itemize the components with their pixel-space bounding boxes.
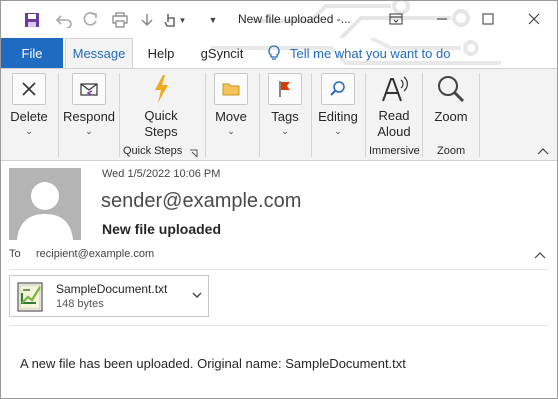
title-bar: ▼ ▼ New file uploaded -... bbox=[1, 1, 557, 38]
ribbon-tabs: File Message Help gSyncit Tell me what y… bbox=[1, 38, 557, 68]
zoom-button[interactable]: Zoom bbox=[429, 71, 473, 125]
search-icon bbox=[321, 73, 355, 105]
reply-envelope-icon bbox=[72, 73, 106, 105]
chevron-down-icon[interactable] bbox=[190, 288, 204, 302]
respond-button[interactable]: Respond ⌄ bbox=[63, 71, 115, 136]
tab-message[interactable]: Message bbox=[65, 38, 133, 68]
ribbon-separator bbox=[205, 73, 206, 157]
message-subject: New file uploaded bbox=[102, 221, 222, 237]
text-file-icon bbox=[17, 282, 43, 312]
touch-mode-chevron-icon: ▼ bbox=[178, 15, 187, 25]
redo-button[interactable] bbox=[79, 10, 101, 30]
attachment-divider bbox=[9, 325, 549, 326]
tags-button[interactable]: Tags ⌄ bbox=[265, 71, 305, 136]
move-button[interactable]: Move ⌄ bbox=[211, 71, 251, 136]
tab-help[interactable]: Help bbox=[141, 38, 181, 68]
ribbon-separator bbox=[119, 73, 120, 157]
to-label: To bbox=[9, 248, 21, 260]
close-button[interactable] bbox=[519, 5, 549, 33]
avatar bbox=[9, 168, 81, 240]
close-icon bbox=[528, 13, 540, 25]
quick-steps-label: Quick Steps bbox=[144, 108, 178, 139]
tags-label: Tags bbox=[271, 109, 299, 124]
save-icon bbox=[25, 13, 39, 27]
ribbon-separator bbox=[479, 73, 480, 157]
move-label: Move bbox=[215, 109, 247, 124]
editing-button[interactable]: Editing ⌄ bbox=[317, 71, 359, 136]
respond-chevron-icon: ⌄ bbox=[85, 126, 93, 136]
ribbon: Delete ⌄ Respond ⌄ Quick Steps ⌄ Quick S… bbox=[1, 68, 557, 161]
quick-steps-dialog-launcher[interactable] bbox=[189, 147, 199, 158]
message-sender[interactable]: sender@example.com bbox=[101, 190, 301, 213]
ribbon-separator bbox=[365, 73, 366, 157]
respond-label: Respond bbox=[62, 109, 116, 124]
ribbon-separator bbox=[422, 73, 423, 157]
lightbulb-icon bbox=[268, 45, 280, 60]
person-icon bbox=[17, 182, 73, 240]
customize-qat-button[interactable]: ▼ bbox=[205, 10, 221, 30]
group-quick-steps-label: Quick Steps bbox=[123, 145, 183, 157]
undo-icon bbox=[56, 15, 72, 28]
chevron-up-icon bbox=[537, 148, 549, 155]
maximize-button[interactable] bbox=[473, 5, 503, 33]
tell-me-search[interactable]: Tell me what you want to do bbox=[268, 38, 450, 68]
attachment-size: 148 bytes bbox=[56, 298, 104, 310]
zoom-label: Zoom bbox=[434, 109, 468, 124]
tell-me-label: Tell me what you want to do bbox=[290, 45, 451, 61]
collapse-ribbon-button[interactable] bbox=[537, 147, 549, 158]
editing-label: Editing bbox=[318, 109, 358, 124]
attachment-card[interactable]: SampleDocument.txt 148 bytes bbox=[9, 275, 209, 317]
move-chevron-icon: ⌄ bbox=[227, 126, 235, 136]
chevron-down-icon: ▼ bbox=[208, 15, 218, 25]
lightning-icon bbox=[144, 73, 178, 105]
editing-chevron-icon: ⌄ bbox=[334, 126, 342, 136]
read-aloud-button[interactable]: Read Aloud bbox=[371, 71, 417, 140]
tags-chevron-icon: ⌄ bbox=[281, 126, 289, 136]
read-aloud-label: Read Aloud bbox=[377, 108, 411, 139]
delete-chevron-icon: ⌄ bbox=[25, 126, 33, 136]
touch-hand-icon bbox=[163, 14, 175, 27]
close-x-icon bbox=[12, 73, 46, 105]
ribbon-separator bbox=[58, 73, 59, 157]
redo-icon bbox=[83, 12, 97, 26]
ribbon-display-options-button[interactable] bbox=[381, 5, 411, 33]
undo-button[interactable] bbox=[53, 10, 75, 30]
collapse-header-button[interactable] bbox=[534, 248, 546, 262]
print-icon bbox=[112, 12, 128, 28]
maximize-icon bbox=[482, 13, 494, 25]
speaker-a-icon bbox=[377, 73, 411, 105]
attachment-name: SampleDocument.txt bbox=[56, 282, 168, 296]
window-title: New file uploaded -... bbox=[238, 12, 351, 26]
outlook-message-window: ▼ ▼ New file uploaded -... File Message … bbox=[0, 0, 558, 399]
down-arrow-button[interactable] bbox=[137, 10, 157, 30]
header-divider bbox=[9, 269, 549, 270]
dialog-launcher-icon bbox=[190, 149, 198, 158]
message-recipient[interactable]: recipient@example.com bbox=[36, 248, 154, 260]
print-button[interactable] bbox=[109, 10, 131, 30]
folder-icon bbox=[214, 73, 248, 105]
ribbon-separator bbox=[311, 73, 312, 157]
message-body: A new file has been uploaded. Original n… bbox=[20, 356, 406, 371]
minimize-icon bbox=[437, 18, 447, 20]
group-immersive-label: Immersive bbox=[369, 145, 420, 157]
group-zoom-label: Zoom bbox=[437, 145, 466, 157]
tab-file[interactable]: File bbox=[1, 38, 63, 68]
delete-label: Delete bbox=[10, 109, 48, 124]
touch-mode-button[interactable]: ▼ bbox=[161, 10, 187, 30]
minimize-button[interactable] bbox=[427, 5, 457, 33]
delete-button[interactable]: Delete ⌄ bbox=[9, 71, 49, 136]
flag-icon bbox=[268, 73, 302, 105]
message-date: Wed 1/5/2022 10:06 PM bbox=[102, 168, 221, 180]
save-button[interactable] bbox=[21, 10, 43, 30]
magnifier-icon bbox=[434, 73, 468, 105]
ribbon-separator bbox=[259, 73, 260, 157]
arrow-down-icon bbox=[141, 14, 153, 27]
chevron-up-icon bbox=[534, 252, 546, 259]
ribbon-display-icon bbox=[389, 13, 403, 25]
tab-gsyncit[interactable]: gSyncit bbox=[193, 38, 251, 68]
quick-steps-button[interactable]: Quick Steps ⌄ bbox=[135, 71, 187, 151]
